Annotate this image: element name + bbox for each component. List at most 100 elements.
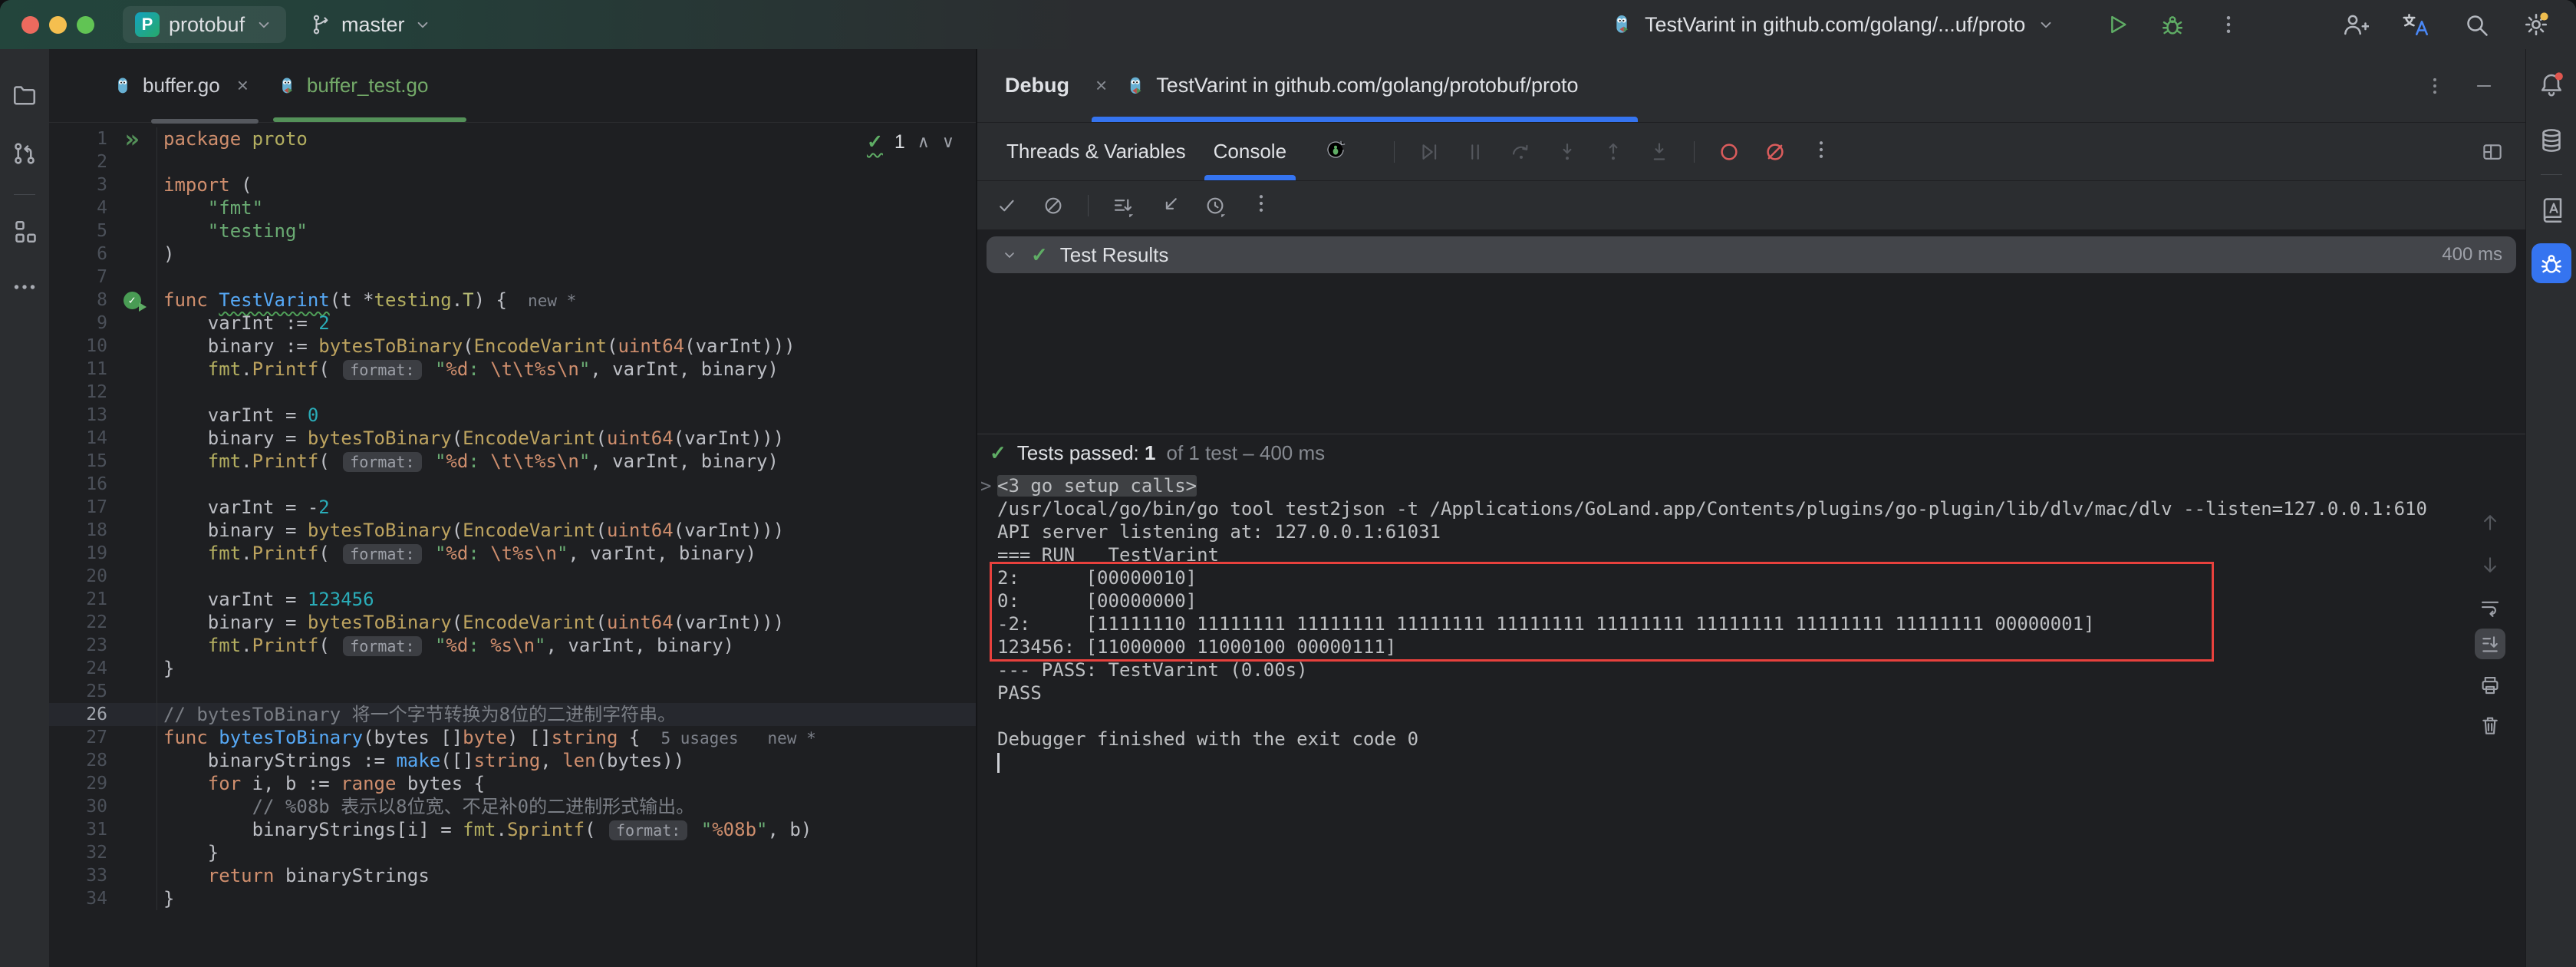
console-line: 2: [00000010] bbox=[977, 566, 2436, 589]
console-lines: ><3 go setup calls>/usr/local/go/bin/go … bbox=[977, 472, 2436, 774]
prev-problem-button[interactable]: ∧ bbox=[917, 132, 930, 152]
right-activity-bar bbox=[2525, 49, 2576, 967]
navigate-with-source-button[interactable] bbox=[1158, 194, 1181, 217]
debug-console[interactable]: ><3 go setup calls>/usr/local/go/bin/go … bbox=[977, 472, 2525, 967]
fold-arrow-icon[interactable]: > bbox=[980, 474, 991, 497]
debugger-toolbar: Threads & Variables Console bbox=[977, 123, 2525, 181]
branch-widget[interactable]: master bbox=[311, 6, 433, 43]
pause-button[interactable] bbox=[1464, 140, 1487, 163]
clock-icon bbox=[1204, 194, 1227, 217]
structure-tool-button[interactable] bbox=[11, 218, 38, 246]
code-with-me-button[interactable] bbox=[2341, 0, 2369, 49]
console-line: PASS bbox=[977, 682, 2436, 705]
code-line: 30 // %08b 表示以8位宽、不足补0的二进制形式输出。 bbox=[49, 795, 976, 818]
run-all-tests-icon[interactable]: » bbox=[124, 129, 139, 149]
printer-icon bbox=[2479, 674, 2502, 697]
mute-breakpoints-button[interactable] bbox=[1764, 140, 1787, 163]
step-out-icon bbox=[1602, 140, 1625, 163]
window-minimize-button[interactable] bbox=[49, 16, 67, 34]
settings-button[interactable] bbox=[2522, 0, 2550, 49]
more-actions-button[interactable] bbox=[2217, 0, 2240, 49]
code-line: 21 varInt = 123456 bbox=[49, 588, 976, 611]
book-a-icon bbox=[2538, 196, 2565, 223]
prev-occurrence-button[interactable] bbox=[2475, 507, 2505, 538]
pause-icon bbox=[1464, 140, 1487, 163]
tab-threads-variables[interactable]: Threads & Variables bbox=[993, 123, 1200, 180]
project-tool-button[interactable] bbox=[11, 81, 38, 109]
left-activity-bar bbox=[0, 49, 50, 967]
dictionary-tool-button[interactable] bbox=[2538, 196, 2565, 223]
step-out-button[interactable] bbox=[1602, 140, 1625, 163]
session-tab-label[interactable]: TestVarint in github.com/golang/protobuf… bbox=[1156, 74, 1578, 97]
translate-button[interactable] bbox=[2401, 0, 2429, 49]
sort-tests-button[interactable] bbox=[1112, 194, 1135, 217]
tool-window-options-icon[interactable] bbox=[2424, 75, 2446, 97]
close-tab-icon[interactable]: × bbox=[237, 74, 249, 97]
debug-button[interactable] bbox=[2159, 0, 2186, 49]
tab-console[interactable]: Console bbox=[1200, 123, 1300, 180]
code-line: 12 bbox=[49, 381, 976, 404]
show-ignored-button[interactable] bbox=[1042, 194, 1065, 217]
step-into-button[interactable] bbox=[1556, 140, 1579, 163]
tab-buffer-test-go[interactable]: buffer_test.go bbox=[262, 49, 443, 122]
active-session-underline bbox=[1092, 117, 1638, 122]
next-occurrence-button[interactable] bbox=[2475, 550, 2505, 580]
vcs-tool-button[interactable] bbox=[11, 140, 38, 167]
step-over-button[interactable] bbox=[1510, 140, 1533, 163]
run-to-cursor-button[interactable] bbox=[1648, 140, 1671, 163]
soft-wrap-button[interactable] bbox=[2475, 592, 2505, 622]
scroll-to-end-button[interactable] bbox=[2475, 629, 2505, 659]
code-line: 13 varInt = 0 bbox=[49, 404, 976, 427]
layout-settings-button[interactable] bbox=[2481, 123, 2504, 181]
search-everywhere-button[interactable] bbox=[2462, 0, 2490, 49]
debugger-more-button[interactable] bbox=[1810, 138, 1833, 165]
code-line: 31 binaryStrings[i] = fmt.Sprintf( forma… bbox=[49, 818, 976, 841]
test-more-button[interactable] bbox=[1250, 192, 1273, 219]
test-results-row[interactable]: ✓ Test Results 400 ms bbox=[987, 236, 2516, 273]
divider bbox=[1694, 141, 1695, 163]
chevron-down-icon bbox=[413, 15, 433, 35]
code-line: 18 binary = bytesToBinary(EncodeVarint(u… bbox=[49, 519, 976, 542]
print-button[interactable] bbox=[2475, 670, 2505, 701]
debug-tool-button-active[interactable] bbox=[2532, 243, 2571, 283]
close-session-icon[interactable]: × bbox=[1095, 74, 1107, 97]
hide-tool-window-icon[interactable] bbox=[2473, 75, 2495, 97]
window-zoom-button[interactable] bbox=[77, 16, 94, 34]
code-line: 25 bbox=[49, 680, 976, 703]
tab-buffer-go[interactable]: buffer.go × bbox=[98, 49, 262, 122]
notifications-button[interactable] bbox=[2538, 71, 2565, 98]
project-widget[interactable]: P protobuf bbox=[123, 6, 286, 43]
console-line: === RUN TestVarint bbox=[977, 543, 2436, 566]
test-history-button[interactable] bbox=[1204, 194, 1227, 217]
breakpoint-icon bbox=[1718, 140, 1741, 163]
code-line: 32 } bbox=[49, 841, 976, 864]
ellipsis-icon bbox=[11, 273, 38, 301]
console-line: ><3 go setup calls> bbox=[977, 474, 2436, 497]
run-button[interactable] bbox=[2103, 0, 2130, 49]
clear-console-button[interactable] bbox=[2475, 710, 2505, 741]
more-tool-windows-button[interactable] bbox=[11, 273, 38, 305]
arrow-up-icon bbox=[2479, 511, 2502, 534]
structure-icon bbox=[11, 218, 38, 246]
run-configuration[interactable]: TestVarint in github.com/golang/...uf/pr… bbox=[1609, 0, 2056, 49]
scroll-to-end-icon bbox=[2479, 632, 2502, 655]
go-test-icon bbox=[1609, 12, 1634, 37]
resume-button[interactable] bbox=[1418, 140, 1441, 163]
inspection-widget[interactable]: ✓ 1 ∧ ∨ bbox=[867, 130, 954, 153]
go-file-icon bbox=[112, 75, 133, 97]
code-line: 29 for i, b := range bytes { bbox=[49, 772, 976, 795]
test-passed-run-icon[interactable]: ✓ bbox=[124, 292, 141, 309]
code-editor[interactable]: buffer.go × buffer_test.go 1»package pro… bbox=[49, 49, 976, 967]
console-line: 0: [00000000] bbox=[977, 589, 2436, 612]
show-passed-button[interactable] bbox=[996, 194, 1019, 217]
database-tool-button[interactable] bbox=[2538, 127, 2565, 154]
window-close-button[interactable] bbox=[21, 16, 39, 34]
debug-header: Debug × TestVarint in github.com/golang/… bbox=[977, 49, 2525, 123]
sort-icon bbox=[1112, 194, 1135, 217]
rerun-debug-button[interactable] bbox=[1323, 137, 1348, 166]
test-status-bar: ✓ Tests passed: 1 of 1 test – 400 ms bbox=[977, 434, 2525, 472]
view-breakpoints-button[interactable] bbox=[1718, 140, 1741, 163]
next-problem-button[interactable]: ∨ bbox=[942, 132, 954, 152]
console-caret bbox=[997, 753, 1000, 773]
ignored-icon bbox=[1042, 194, 1065, 217]
